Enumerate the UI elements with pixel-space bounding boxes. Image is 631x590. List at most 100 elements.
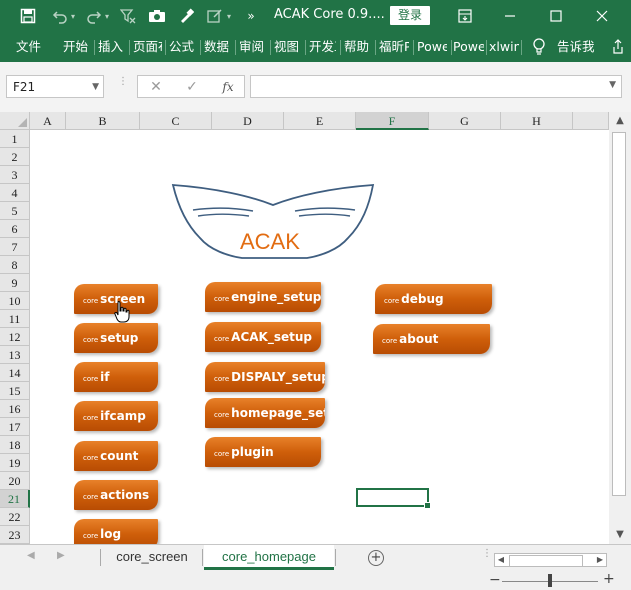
tell-me-box[interactable]: 告诉我 xyxy=(557,32,597,62)
core-count-button[interactable]: core count xyxy=(74,441,158,471)
row-header-1[interactable]: 1 xyxy=(0,130,30,148)
camera-icon[interactable] xyxy=(147,6,167,26)
add-sheet-icon[interactable]: + xyxy=(368,550,384,566)
column-header-e[interactable]: E xyxy=(284,112,356,130)
column-header-d[interactable]: D xyxy=(212,112,284,130)
column-header-c[interactable]: C xyxy=(140,112,212,130)
row-header-7[interactable]: 7 xyxy=(0,238,30,256)
tab-home[interactable]: 开始 xyxy=(63,32,91,62)
tab-xlwings[interactable]: xlwings xyxy=(489,32,519,62)
save-icon[interactable] xyxy=(18,6,38,26)
name-box-dropdown-icon[interactable]: ▼ xyxy=(92,76,99,98)
maximize-icon[interactable] xyxy=(546,6,566,26)
edit-icon[interactable] xyxy=(205,6,225,26)
row-header-15[interactable]: 15 xyxy=(0,382,30,400)
more-icon[interactable]: » xyxy=(241,6,261,26)
enter-icon[interactable]: ✓ xyxy=(180,77,204,97)
tab-page-layout[interactable]: 页面布局 xyxy=(133,32,162,62)
core-plugin-button[interactable]: core plugin xyxy=(205,437,321,467)
column-header-f[interactable]: F xyxy=(356,112,429,130)
core-setup-button[interactable]: core setup xyxy=(74,323,158,353)
row-header-11[interactable]: 11 xyxy=(0,310,30,328)
row-header-22[interactable]: 22 xyxy=(0,508,30,526)
name-box[interactable]: F21 ▼ xyxy=(6,75,104,98)
row-header-5[interactable]: 5 xyxy=(0,202,30,220)
column-header-a[interactable]: A xyxy=(30,112,66,130)
column-header-g[interactable]: G xyxy=(429,112,501,130)
tab-power-pivot[interactable]: Power Pivot xyxy=(417,32,447,62)
horizontal-scrollbar[interactable]: ◀ ▶ xyxy=(494,553,607,567)
row-header-20[interactable]: 20 xyxy=(0,472,30,490)
core-ifcamp-button[interactable]: core ifcamp xyxy=(74,401,158,431)
login-button[interactable]: 登录 xyxy=(390,6,430,25)
tab-foxit-pdf[interactable]: 福昕PDF xyxy=(379,32,409,62)
insert-function-icon[interactable]: fx xyxy=(216,77,240,97)
scroll-right-icon[interactable]: ▶ xyxy=(594,554,606,566)
ribbon-display-icon[interactable] xyxy=(455,6,475,26)
tab-splitter-icon[interactable]: ⋮ xyxy=(482,549,492,564)
row-header-12[interactable]: 12 xyxy=(0,328,30,346)
core-dispaly-setup-button[interactable]: core DISPALY_setup xyxy=(205,362,325,392)
redo-icon[interactable] xyxy=(84,6,104,26)
vertical-scrollbar[interactable]: ▲ ▼ xyxy=(609,112,631,544)
scroll-down-icon[interactable]: ▼ xyxy=(609,526,631,544)
row-header-4[interactable]: 4 xyxy=(0,184,30,202)
row-header-17[interactable]: 17 xyxy=(0,418,30,436)
column-header-i[interactable] xyxy=(573,112,609,130)
scroll-up-icon[interactable]: ▲ xyxy=(609,112,631,130)
sheet-tab-core-screen[interactable]: core_screen xyxy=(104,545,200,570)
minimize-icon[interactable] xyxy=(500,6,520,26)
core-acak-setup-button[interactable]: core ACAK_setup xyxy=(205,322,321,352)
tab-data[interactable]: 数据 xyxy=(204,32,231,62)
row-header-16[interactable]: 16 xyxy=(0,400,30,418)
cancel-icon[interactable]: ✕ xyxy=(144,77,168,97)
row-header-3[interactable]: 3 xyxy=(0,166,30,184)
undo-icon[interactable] xyxy=(50,6,70,26)
redo-dropdown-icon[interactable]: ▾ xyxy=(102,6,112,26)
share-icon[interactable] xyxy=(608,37,628,57)
core-homepage-setup-button[interactable]: corehomepage_setup xyxy=(205,398,325,428)
undo-dropdown-icon[interactable]: ▾ xyxy=(68,6,78,26)
format-painter-icon[interactable] xyxy=(176,6,196,26)
tab-formulas[interactable]: 公式 xyxy=(169,32,196,62)
core-actions-button[interactable]: core actions xyxy=(74,480,158,510)
core-if-button[interactable]: core if xyxy=(74,362,158,392)
tab-view[interactable]: 视图 xyxy=(274,32,301,62)
horizontal-scroll-thumb[interactable] xyxy=(509,555,583,567)
sheet-canvas[interactable]: ACAK core screen core setup core if core ifc… xyxy=(30,130,609,549)
select-all-corner[interactable] xyxy=(0,112,30,130)
zoom-out-icon[interactable]: − xyxy=(489,572,501,588)
row-header-6[interactable]: 6 xyxy=(0,220,30,238)
column-header-b[interactable]: B xyxy=(66,112,140,130)
zoom-in-icon[interactable]: + xyxy=(603,571,615,587)
sheet-tab-core-homepage[interactable]: core_homepage xyxy=(204,545,334,570)
active-cell-f21[interactable] xyxy=(356,488,431,509)
scroll-left-icon[interactable]: ◀ xyxy=(495,554,507,566)
formula-expand-icon[interactable]: ▼ xyxy=(609,80,616,90)
row-header-9[interactable]: 9 xyxy=(0,274,30,292)
tab-insert[interactable]: 插入 xyxy=(98,32,125,62)
row-header-21[interactable]: 21 xyxy=(0,490,30,508)
prev-sheet-icon[interactable]: ◀ xyxy=(27,550,35,561)
formula-bar-grip-icon[interactable]: ⋮ xyxy=(118,77,128,94)
row-header-13[interactable]: 13 xyxy=(0,346,30,364)
tab-developer[interactable]: 开发工具 xyxy=(309,32,336,62)
formula-input[interactable]: ▼ xyxy=(250,75,622,98)
row-header-18[interactable]: 18 xyxy=(0,436,30,454)
tab-review[interactable]: 审阅 xyxy=(239,32,266,62)
row-header-10[interactable]: 10 xyxy=(0,292,30,310)
edit-dropdown-icon[interactable]: ▾ xyxy=(224,6,234,26)
vertical-scroll-thumb[interactable] xyxy=(612,132,626,496)
clear-filter-icon[interactable] xyxy=(118,6,138,26)
row-header-8[interactable]: 8 xyxy=(0,256,30,274)
tab-power-query[interactable]: Power Query xyxy=(453,32,484,62)
close-icon[interactable] xyxy=(592,6,612,26)
row-header-14[interactable]: 14 xyxy=(0,364,30,382)
tab-file[interactable]: 文件 xyxy=(16,32,44,62)
core-debug-button[interactable]: core debug xyxy=(375,284,492,314)
tab-help[interactable]: 帮助 xyxy=(344,32,371,62)
zoom-slider-thumb[interactable] xyxy=(548,574,552,587)
core-engine-setup-button[interactable]: core engine_setup xyxy=(205,282,321,312)
row-header-19[interactable]: 19 xyxy=(0,454,30,472)
core-about-button[interactable]: core about xyxy=(373,324,490,354)
